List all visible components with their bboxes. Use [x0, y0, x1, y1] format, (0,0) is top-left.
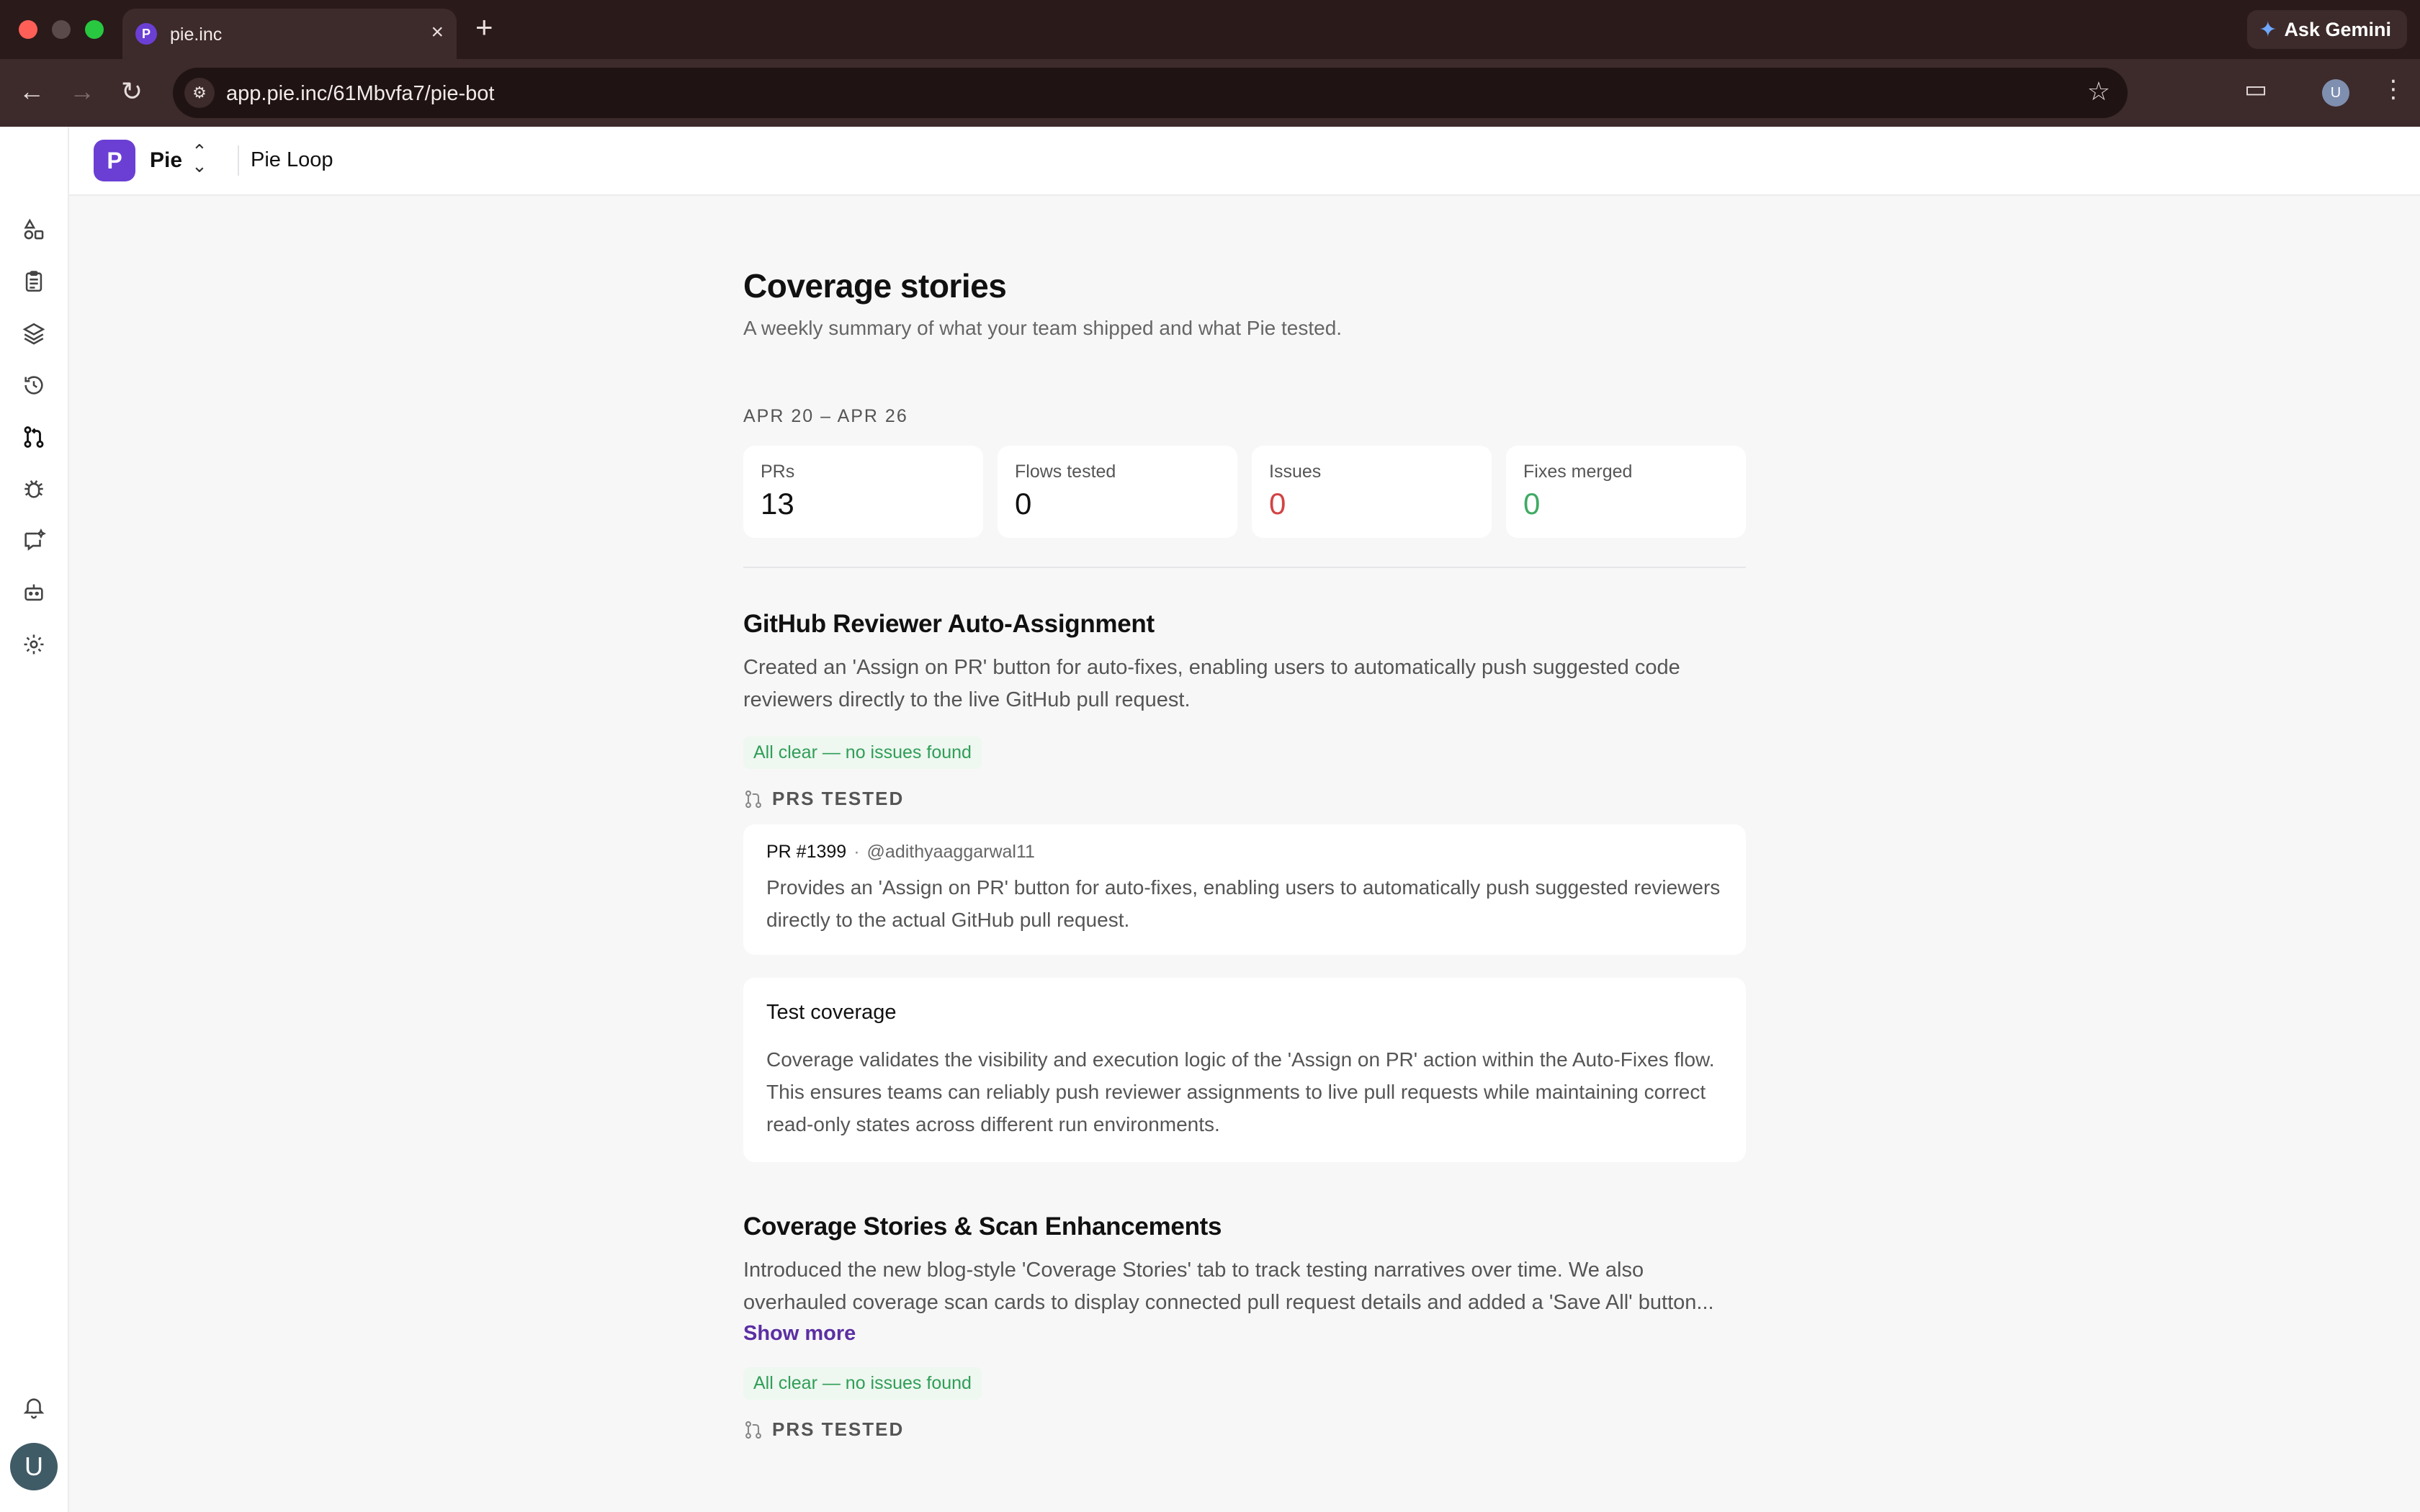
cast-screen-icon[interactable]: ▭	[2244, 75, 2267, 104]
gear-icon[interactable]	[16, 626, 52, 662]
site-settings-icon[interactable]: ⚙	[184, 78, 215, 108]
prs-tested-text: PRS TESTED	[772, 788, 905, 809]
breadcrumb[interactable]: Pie Loop	[251, 148, 333, 172]
status-badge: All clear — no issues found	[743, 737, 982, 769]
story-title: Coverage Stories & Scan Enhancements	[743, 1212, 1222, 1241]
week-range-label: APR 20 – APR 26	[743, 406, 908, 426]
prs-tested-label: PRS TESTED	[743, 788, 1746, 810]
bell-icon[interactable]	[16, 1390, 52, 1426]
new-tab-button[interactable]: +	[475, 10, 493, 45]
shapes-icon[interactable]	[16, 212, 52, 248]
stat-label: Flows tested	[1015, 462, 1116, 482]
separator-dot: ·	[853, 842, 860, 862]
profile-avatar[interactable]: U	[2322, 79, 2349, 107]
ask-gemini-label: Ask Gemini	[2284, 18, 2391, 40]
test-coverage-card: Test coverage Coverage validates the vis…	[743, 978, 1746, 1162]
pr-number[interactable]: PR #1399	[766, 842, 846, 862]
pr-summary: Provides an 'Assign on PR' button for au…	[766, 876, 1721, 931]
story-description: Created an 'Assign on PR' button for aut…	[743, 656, 1680, 711]
header-divider	[238, 145, 239, 176]
pull-request-icon[interactable]	[16, 419, 52, 455]
story-coverage-scan: Coverage Stories & Scan Enhancements Int…	[743, 1212, 1746, 1441]
page-subtitle: A weekly summary of what your team shipp…	[743, 317, 1343, 339]
pie-logo-icon[interactable]: P	[94, 140, 135, 181]
pull-request-icon	[745, 790, 761, 808]
coverage-title: Test coverage	[766, 1001, 897, 1024]
story-github-reviewer: GitHub Reviewer Auto-Assignment Created …	[743, 610, 1746, 1162]
forward-arrow-icon[interactable]: →	[69, 76, 95, 107]
stat-value: 0	[1015, 487, 1032, 521]
stat-label: Issues	[1269, 462, 1322, 482]
show-more-link[interactable]: Show more	[743, 1322, 856, 1346]
bot-icon[interactable]	[16, 575, 52, 611]
stat-value: 13	[761, 487, 794, 521]
pr-author: @adithyaaggarwal11	[866, 842, 1035, 862]
browser-toolbar: ← → ↻ ⚙ app.pie.inc/61Mbvfa7/pie-bot ☆ ▭…	[0, 59, 2420, 127]
stat-card-fixes-merged: Fixes merged 0	[1506, 446, 1746, 538]
user-avatar[interactable]: U	[10, 1443, 58, 1490]
weekly-stats: PRs 13 Flows tested 0 Issues 0 Fixes mer…	[743, 446, 1746, 538]
page-title: Coverage stories	[743, 267, 1007, 305]
stat-value: 0	[1523, 487, 1541, 521]
status-badge: All clear — no issues found	[743, 1367, 982, 1400]
maximize-window-button[interactable]	[85, 20, 104, 39]
story-description: Introduced the new blog-style 'Coverage …	[743, 1259, 1714, 1314]
stat-label: Fixes merged	[1523, 462, 1633, 482]
pie-favicon-icon: P	[135, 23, 157, 45]
reload-icon[interactable]: ↻	[121, 76, 143, 107]
prs-tested-text: PRS TESTED	[772, 1418, 905, 1440]
stat-value: 0	[1269, 487, 1286, 521]
workspace-name[interactable]: Pie	[150, 148, 182, 173]
gemini-sparkle-icon: ✦	[2259, 17, 2277, 42]
back-arrow-icon[interactable]: ←	[19, 76, 45, 107]
pr-header: PR #1399 · @adithyaaggarwal11	[766, 842, 1723, 863]
browser-tab-strip: P pie.inc × + ✦ Ask Gemini	[0, 0, 2420, 59]
layers-icon[interactable]	[16, 315, 52, 351]
section-divider	[743, 567, 1746, 568]
coverage-stories-content: Coverage stories A weekly summary of wha…	[743, 266, 1746, 1441]
pull-request-icon	[745, 1421, 761, 1439]
browser-menu-icon[interactable]: ⋮	[2381, 75, 2406, 104]
bookmark-star-icon[interactable]: ☆	[2087, 76, 2110, 107]
tab-title: pie.inc	[170, 24, 223, 45]
minimize-window-button[interactable]	[52, 20, 71, 39]
stat-card-issues: Issues 0	[1252, 446, 1492, 538]
browser-tab-active[interactable]: P pie.inc ×	[122, 9, 457, 59]
pr-card[interactable]: PR #1399 · @adithyaaggarwal11 Provides an …	[743, 824, 1746, 955]
close-tab-icon[interactable]: ×	[431, 20, 444, 45]
address-url[interactable]: app.pie.inc/61Mbvfa7/pie-bot	[226, 82, 494, 106]
workspace-switch-chevron-icon[interactable]: ⌃ ⌄	[192, 142, 207, 175]
stat-card-prs: PRs 13	[743, 446, 983, 538]
bug-icon[interactable]	[16, 471, 52, 507]
coverage-text: Coverage validates the visibility and ex…	[766, 1048, 1715, 1135]
app-header: P Pie ⌃ ⌄ Pie Loop	[0, 127, 2420, 196]
story-title: GitHub Reviewer Auto-Assignment	[743, 610, 1155, 638]
history-icon[interactable]	[16, 367, 52, 403]
left-nav-rail: U	[0, 127, 69, 1512]
prs-tested-label: PRS TESTED	[743, 1418, 1746, 1441]
close-window-button[interactable]	[19, 20, 37, 39]
stat-card-flows-tested: Flows tested 0	[998, 446, 1237, 538]
address-bar[interactable]: ⚙ app.pie.inc/61Mbvfa7/pie-bot ☆	[173, 68, 2128, 118]
clipboard-icon[interactable]	[16, 264, 52, 300]
chat-sparkle-icon[interactable]	[16, 523, 52, 559]
ask-gemini-button[interactable]: ✦ Ask Gemini	[2247, 10, 2407, 49]
stat-label: PRs	[761, 462, 795, 482]
